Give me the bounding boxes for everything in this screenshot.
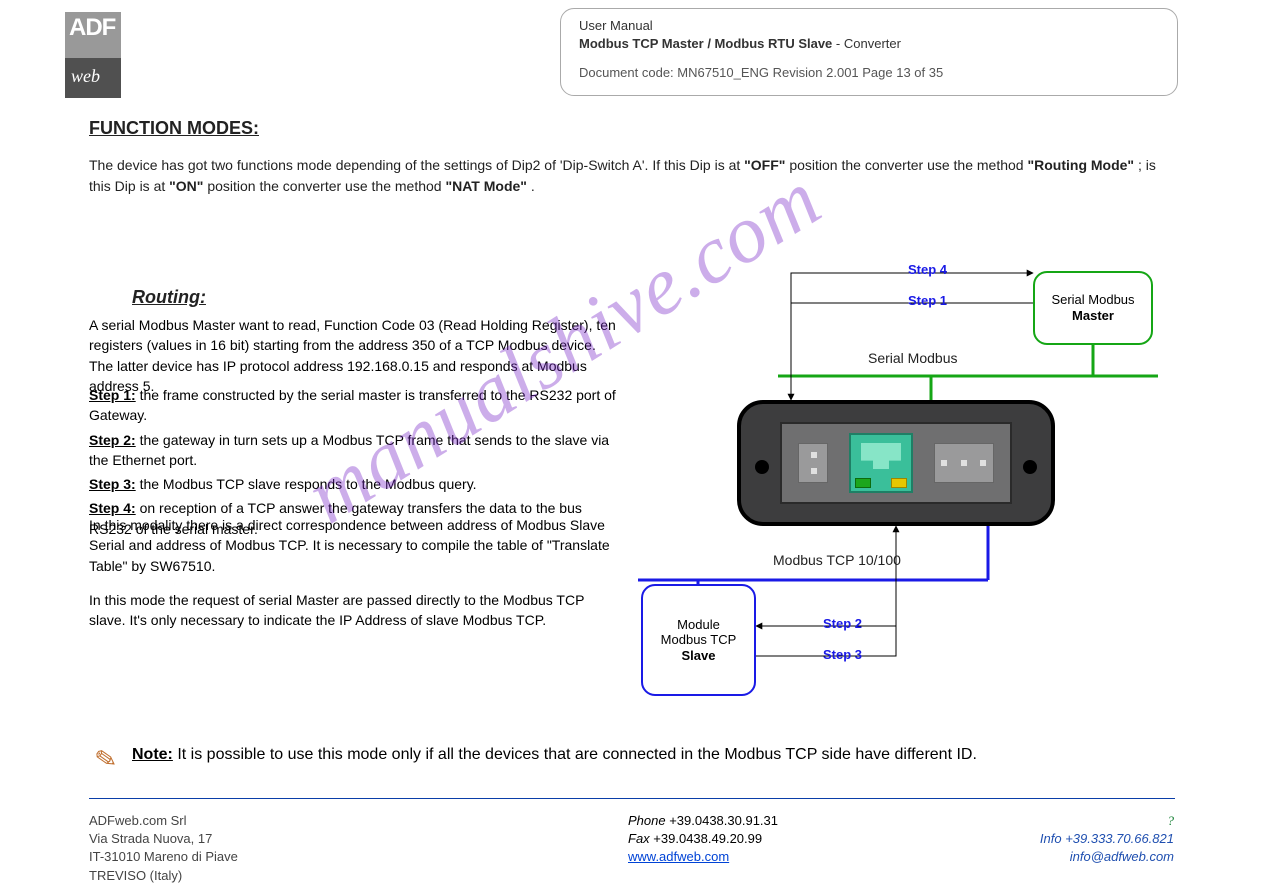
- note-text: It is possible to use this mode only if …: [177, 746, 977, 763]
- footer-tel: +39.333.70.66.821: [1065, 831, 1174, 846]
- master-l1: Serial Modbus: [1051, 292, 1134, 308]
- ethernet-port-icon: [849, 433, 913, 493]
- note-row: Note: It is possible to use this mode on…: [132, 746, 1162, 764]
- node-serial-master: Serial Modbus Master: [1033, 271, 1153, 345]
- footer-addr2: IT-31010 Mareno di Piave: [89, 848, 238, 866]
- footer-addr1: Via Strada Nuova, 17: [89, 830, 238, 848]
- diagram-step2-label: Step 2: [823, 616, 862, 631]
- step2-label: Step 2:: [89, 432, 136, 448]
- intro-paragraph: The device has got two functions mode de…: [89, 155, 1169, 197]
- brand-logo: ADF web: [65, 12, 121, 98]
- footer-address: ADFweb.com Srl Via Strada Nuova, 17 IT-3…: [89, 812, 238, 885]
- header-suffix: - Converter: [836, 36, 901, 51]
- footer-addr3: TREVISO (Italy): [89, 867, 238, 885]
- activity-led-icon: [891, 478, 907, 488]
- footer-phone-lbl: Phone: [628, 813, 669, 828]
- footer-phone: +39.0438.30.91.31: [669, 813, 778, 828]
- routing-paragraph-3: In this mode the request of serial Maste…: [89, 590, 619, 631]
- gateway-device: [737, 400, 1055, 526]
- intro-nat: "NAT Mode": [445, 178, 526, 194]
- footer-info: ? Info +39.333.70.66.821 info@adfweb.com: [1040, 812, 1174, 867]
- footer-contact: Phone +39.0438.30.91.31 Fax +39.0438.49.…: [628, 812, 778, 867]
- screw-hole-left: [755, 460, 769, 474]
- step3-text: the Modbus TCP slave responds to the Mod…: [140, 476, 477, 492]
- footer-fax: +39.0438.49.20.99: [653, 831, 762, 846]
- note-label: Note:: [132, 746, 173, 763]
- note-icon: ✎: [92, 742, 119, 776]
- footer-website-link[interactable]: www.adfweb.com: [628, 848, 778, 866]
- diagram-step4-label: Step 4: [908, 262, 947, 277]
- screw-hole-right: [1023, 460, 1037, 474]
- routing-paragraph-1: A serial Modbus Master want to read, Fun…: [89, 315, 619, 396]
- footer-email: info@adfweb.com: [1040, 848, 1174, 866]
- intro-d: position the converter use the method: [207, 178, 445, 194]
- header-line2: Modbus TCP Master / Modbus RTU Slave - C…: [579, 35, 1159, 53]
- footer-ask-icon: ?: [1040, 812, 1174, 830]
- header-doc-code: Document code: MN67510_ENG Revision 2.00…: [579, 64, 1159, 82]
- header-info-box: User Manual Modbus TCP Master / Modbus R…: [560, 8, 1178, 96]
- footer-tel-lbl: Info: [1040, 831, 1065, 846]
- intro-on: "ON": [169, 178, 203, 194]
- routing-diagram: Serial Modbus Master Module Modbus TCP S…: [638, 240, 1158, 700]
- step1-text: the frame constructed by the serial mast…: [89, 387, 616, 423]
- header-product: Modbus TCP Master / Modbus RTU Slave: [579, 36, 832, 51]
- device-port-panel: [780, 422, 1012, 504]
- step2-text: the gateway in turn sets up a Modbus TCP…: [89, 432, 609, 468]
- step-item-2: Step 2: the gateway in turn sets up a Mo…: [89, 430, 619, 471]
- rj45-socket-icon: [861, 443, 901, 469]
- power-port-icon: [798, 443, 828, 483]
- master-l2: Master: [1072, 308, 1114, 324]
- footer-company: ADFweb.com Srl: [89, 812, 238, 830]
- section-function-modes: FUNCTION MODES:: [89, 118, 259, 139]
- step3-label: Step 3:: [89, 476, 136, 492]
- intro-b: position the converter use the method: [789, 157, 1027, 173]
- routing-paragraph-2: In this modality there is a direct corre…: [89, 515, 619, 576]
- diagram-step1-label: Step 1: [908, 293, 947, 308]
- slave-l2: Modbus TCP: [661, 632, 737, 648]
- logo-bot: web: [65, 58, 121, 98]
- serial-port-icon: [934, 443, 994, 483]
- intro-routing: "Routing Mode": [1027, 157, 1134, 173]
- step-item-1: Step 1: the frame constructed by the ser…: [89, 385, 619, 426]
- section-routing: Routing:: [132, 287, 206, 308]
- node-tcp-slave: Module Modbus TCP Slave: [641, 584, 756, 696]
- step1-label: Step 1:: [89, 387, 136, 403]
- header-line1: User Manual: [579, 17, 1159, 35]
- intro-e: .: [531, 178, 535, 194]
- slave-l1: Module: [677, 617, 720, 633]
- slave-l3: Slave: [682, 648, 716, 664]
- diagram-step3-label: Step 3: [823, 647, 862, 662]
- footer-divider: [89, 798, 1175, 799]
- step-item-3: Step 3: the Modbus TCP slave responds to…: [89, 474, 619, 494]
- bus-label-tcp: Modbus TCP 10/100: [773, 552, 901, 568]
- link-led-icon: [855, 478, 871, 488]
- intro-a: The device has got two functions mode de…: [89, 157, 744, 173]
- intro-off: "OFF": [744, 157, 785, 173]
- footer-fax-lbl: Fax: [628, 831, 653, 846]
- bus-label-serial: Serial Modbus: [868, 350, 958, 366]
